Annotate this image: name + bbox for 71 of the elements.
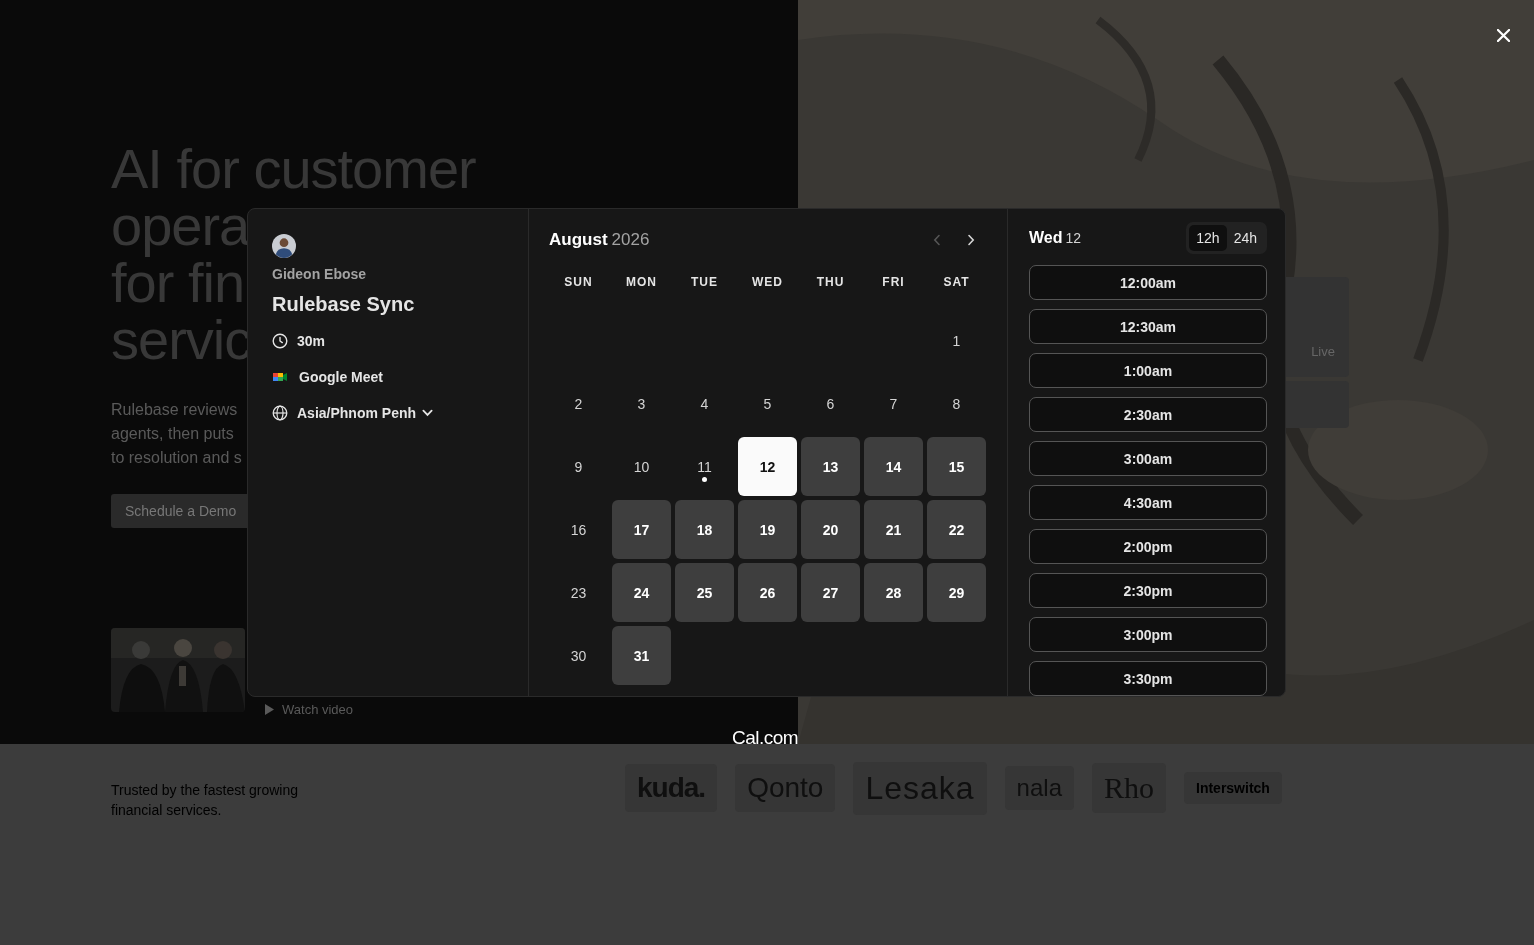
weekday-label: TUE [691, 275, 718, 289]
date-button[interactable]: 26 [738, 563, 797, 622]
weekday-label: MON [626, 275, 657, 289]
date-button[interactable]: 31 [612, 626, 671, 685]
date-button[interactable]: 15 [927, 437, 986, 496]
avatar-icon [272, 234, 296, 258]
close-icon[interactable] [1497, 29, 1510, 42]
weekday-label: FRI [882, 275, 905, 289]
selected-date-label: 12 [1065, 230, 1082, 246]
chevron-down-icon [422, 409, 434, 417]
intro-text: to resolution and s [111, 448, 242, 468]
selected-day-label: Wed [1029, 229, 1063, 246]
next-month-icon[interactable] [967, 234, 975, 246]
date-button[interactable]: 28 [864, 563, 923, 622]
event-detail: Google Meet [299, 369, 383, 385]
time-slot-button[interactable]: 2:30am [1029, 397, 1267, 432]
date-button[interactable]: 14 [864, 437, 923, 496]
date-label: 5 [762, 394, 773, 414]
date-label: 3 [636, 394, 647, 414]
time-format-tab[interactable]: 12h [1189, 225, 1227, 251]
date-button[interactable]: 18 [675, 500, 734, 559]
time-slot-button[interactable]: 3:30pm [1029, 661, 1267, 696]
time-slot-button[interactable]: 12:30am [1029, 309, 1267, 344]
time-slot-button[interactable]: 3:00pm [1029, 617, 1267, 652]
date-button[interactable]: 25 [675, 563, 734, 622]
date-label: 23 [569, 583, 588, 603]
weekday-label: SAT [943, 275, 970, 289]
date-label: 9 [573, 457, 584, 477]
event-title: Rulebase Sync [272, 293, 416, 316]
timezone-select[interactable]: Asia/Phnom Penh [297, 405, 434, 421]
brand-logo: Cal.com [732, 727, 799, 749]
date-label: 10 [632, 457, 651, 477]
intro-text: agents, then puts [111, 424, 234, 444]
date-button[interactable]: 22 [927, 500, 986, 559]
time-slot-button[interactable]: 1:00am [1029, 353, 1267, 388]
date-label: 7 [888, 394, 899, 414]
date-button[interactable]: 19 [738, 500, 797, 559]
date-label: 11 [675, 437, 734, 496]
time-slot-button[interactable]: 3:00am [1029, 441, 1267, 476]
clock-icon [272, 333, 288, 349]
time-slot-button[interactable]: 4:30am [1029, 485, 1267, 520]
year-label: 2026 [611, 230, 650, 249]
date-label: 8 [951, 394, 962, 414]
trusted-text: Trusted by the fastest growing financial services. [111, 781, 300, 820]
time-format-tab[interactable]: 24h [1226, 225, 1264, 251]
host-name: Gideon Ebose [272, 266, 368, 282]
weekday-label: SUN [564, 275, 593, 289]
date-button[interactable]: 13 [801, 437, 860, 496]
date-label: 2 [573, 394, 584, 414]
date-button[interactable]: 21 [864, 500, 923, 559]
time-slot-button[interactable]: 2:30pm [1029, 573, 1267, 608]
time-slot-button[interactable]: 2:00pm [1029, 529, 1267, 564]
date-button[interactable]: 12 [738, 437, 797, 496]
date-label: 16 [569, 520, 588, 540]
date-label: 4 [699, 394, 710, 414]
date-button[interactable]: 29 [927, 563, 986, 622]
intro-text: Rulebase reviews [111, 400, 238, 420]
globe-icon [272, 405, 288, 421]
date-label: 1 [951, 331, 962, 351]
event-detail: 30m [297, 333, 326, 349]
date-button[interactable]: 24 [612, 563, 671, 622]
date-button[interactable]: 27 [801, 563, 860, 622]
month-label: August [549, 230, 608, 249]
date-label: 6 [825, 394, 836, 414]
weekday-label: WED [752, 275, 783, 289]
weekday-label: THU [816, 275, 845, 289]
date-label: 30 [569, 646, 588, 666]
date-button[interactable]: 17 [612, 500, 671, 559]
date-button[interactable]: 20 [801, 500, 860, 559]
time-slot-button[interactable]: 12:00am [1029, 265, 1267, 300]
play-icon [265, 704, 274, 715]
